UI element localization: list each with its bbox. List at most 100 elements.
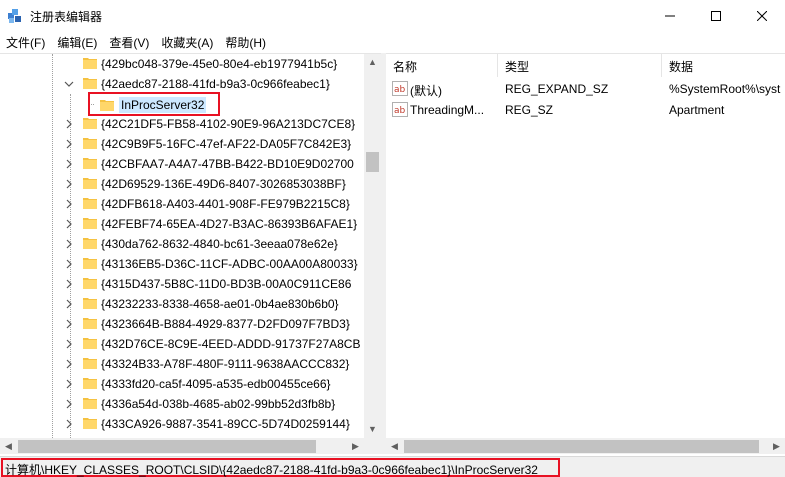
value-type: REG_EXPAND_SZ	[505, 82, 609, 96]
value-row[interactable]: ab (默认) REG_EXPAND_SZ %SystemRoot%\syst	[386, 79, 785, 99]
tree-item[interactable]: {4333fd20-ca5f-4095-a535-edb00455ce66}	[0, 374, 364, 394]
tree-item[interactable]: {43136EB5-D36C-11CF-ADBC-00AA00A80033}	[0, 254, 364, 274]
folder-icon	[83, 298, 97, 309]
tree-item-label: {432D76CE-8C9E-4EED-ADDD-91737F27A8CB	[101, 337, 361, 351]
column-header-name[interactable]: 名称	[386, 54, 498, 77]
title-bar: 注册表编辑器	[0, 0, 785, 32]
tree-item-label: {43136EB5-D36C-11CF-ADBC-00AA00A80033}	[101, 257, 358, 271]
string-value-icon: ab	[392, 102, 408, 117]
value-data: %SystemRoot%\syst	[669, 82, 781, 96]
menu-edit[interactable]: 编辑(E)	[51, 32, 103, 52]
chevron-right-icon[interactable]	[64, 215, 78, 231]
chevron-right-icon[interactable]	[64, 395, 78, 411]
chevron-right-icon[interactable]	[64, 195, 78, 211]
chevron-right-icon[interactable]	[64, 115, 78, 131]
tree-item-label: {42FEBF74-65EA-4D27-B3AC-86393B6AFAE1}	[101, 217, 358, 231]
tree-item[interactable]: {42C21DF5-FB58-4102-90E9-96A213DC7CE8}	[0, 114, 364, 134]
column-header-data[interactable]: 数据	[662, 54, 785, 77]
tree-item[interactable]: {42DFB618-A403-4401-908F-FE979B2215C8}	[0, 194, 364, 214]
value-list-pane: 名称 类型 数据 ab (默认) REG_EXPAND_SZ %SystemRo…	[386, 53, 785, 454]
value-type: REG_SZ	[505, 103, 554, 117]
folder-icon	[83, 178, 97, 189]
tree-item[interactable]: {43324B33-A78F-480F-9111-9638AACCC832}	[0, 354, 364, 374]
chevron-right-icon[interactable]	[64, 255, 78, 271]
tree-item[interactable]: {42C9B9F5-16FC-47ef-AF22-DA05F7C842E3}	[0, 134, 364, 154]
status-path-highlight: 计算机\HKEY_CLASSES_ROOT\CLSID\{42aedc87-21…	[1, 458, 560, 477]
maximize-button[interactable]	[693, 0, 739, 32]
chevron-right-icon[interactable]	[64, 175, 78, 191]
tree-item-label: {42aedc87-2188-41fd-b9a3-0c966feabec1}	[101, 77, 330, 91]
scroll-thumb[interactable]	[18, 440, 316, 453]
tree-item[interactable]: {42CBFAA7-A4A7-47BB-B422-BD10E9D02700	[0, 154, 364, 174]
chevron-right-icon[interactable]	[64, 135, 78, 151]
column-header-type[interactable]: 类型	[498, 54, 662, 77]
tree-item[interactable]: {4315D437-5B8C-11D0-BD3B-00A0C911CE86	[0, 274, 364, 294]
scroll-thumb[interactable]	[404, 440, 759, 453]
tree-item-label: {429bc048-379e-45e0-80e4-eb1977941b5c}	[101, 57, 338, 71]
tree-item-label: {42DFB618-A403-4401-908F-FE979B2215C8}	[101, 197, 350, 211]
chevron-right-icon[interactable]	[64, 375, 78, 391]
minimize-button[interactable]	[647, 0, 693, 32]
folder-icon	[83, 338, 97, 349]
tree-item[interactable]: {433CA926-9887-3541-89CC-5D74D0259144}	[0, 414, 364, 434]
folder-icon	[83, 418, 97, 429]
tree-vertical-scrollbar[interactable]: ▲ ▼	[364, 54, 381, 438]
chevron-right-icon[interactable]	[64, 155, 78, 171]
chevron-right-icon[interactable]	[64, 335, 78, 351]
tree-item[interactable]: {42D69529-136E-49D6-8407-3026853038BF}	[0, 174, 364, 194]
chevron-right-icon[interactable]	[64, 355, 78, 371]
folder-open-icon	[83, 78, 97, 89]
status-bar: 计算机\HKEY_CLASSES_ROOT\CLSID\{42aedc87-21…	[0, 456, 785, 477]
tree-item[interactable]: {432D76CE-8C9E-4EED-ADDD-91737F27A8CB	[0, 334, 364, 354]
value-row[interactable]: ab ThreadingM... REG_SZ Apartment	[386, 100, 785, 120]
window-title: 注册表编辑器	[30, 10, 103, 24]
scroll-thumb[interactable]	[366, 152, 379, 172]
tree-item-expanded[interactable]: {42aedc87-2188-41fd-b9a3-0c966feabec1}	[0, 74, 364, 94]
tree-item-label: {433CA926-9887-3541-89CC-5D74D0259144}	[101, 417, 350, 431]
tree-item-label: InProcServer32	[119, 97, 207, 113]
scroll-down-arrow-icon[interactable]: ▼	[364, 421, 381, 438]
chevron-right-icon[interactable]	[64, 275, 78, 291]
scroll-left-arrow-icon[interactable]: ◀	[386, 438, 403, 454]
tree-item-label: {43324B33-A78F-480F-9111-9638AACCC832}	[101, 357, 350, 371]
scroll-up-arrow-icon[interactable]: ▲	[364, 54, 381, 71]
tree-item-selected[interactable]: InProcServer32	[88, 92, 220, 116]
tree-item[interactable]: {4323664B-B884-4929-8377-D2FD097F7BD3}	[0, 314, 364, 334]
status-path: 计算机\HKEY_CLASSES_ROOT\CLSID\{42aedc87-21…	[5, 463, 538, 477]
tree-item[interactable]: {429bc048-379e-45e0-80e4-eb1977941b5c}	[0, 54, 364, 74]
scroll-right-arrow-icon[interactable]: ▶	[768, 438, 785, 454]
tree-item-label: {42C21DF5-FB58-4102-90E9-96A213DC7CE8}	[101, 117, 356, 131]
menu-favorites[interactable]: 收藏夹(A)	[155, 32, 219, 52]
svg-text:ab: ab	[394, 106, 406, 116]
chevron-right-icon[interactable]	[64, 415, 78, 431]
tree-item[interactable]: {4336a54d-038b-4685-ab02-99bb52d3fb8b}	[0, 394, 364, 414]
chevron-right-icon[interactable]	[64, 295, 78, 311]
menu-file[interactable]: 文件(F)	[0, 32, 51, 52]
tree-item[interactable]: {42FEBF74-65EA-4D27-B3AC-86393B6AFAE1}	[0, 214, 364, 234]
close-button[interactable]	[739, 0, 785, 32]
folder-icon	[83, 158, 97, 169]
scroll-left-arrow-icon[interactable]: ◀	[0, 438, 17, 454]
folder-icon	[83, 218, 97, 229]
key-tree-pane: {429bc048-379e-45e0-80e4-eb1977941b5c} {…	[0, 53, 381, 454]
folder-icon	[100, 100, 114, 111]
folder-icon	[83, 258, 97, 269]
list-horizontal-scrollbar[interactable]: ◀ ▶	[386, 438, 785, 454]
menu-view[interactable]: 查看(V)	[103, 32, 155, 52]
tree-item[interactable]: {43232233-8338-4658-ae01-0b4ae830b6b0}	[0, 294, 364, 314]
chevron-right-icon[interactable]	[64, 315, 78, 331]
folder-icon	[83, 138, 97, 149]
tree-item-label: {4323664B-B884-4929-8377-D2FD097F7BD3}	[101, 317, 350, 331]
chevron-down-icon[interactable]	[64, 75, 78, 91]
close-icon	[757, 11, 767, 21]
folder-icon	[83, 398, 97, 409]
folder-icon	[83, 278, 97, 289]
tree-item[interactable]: {430da762-8632-4840-bc61-3eeaa078e62e}	[0, 234, 364, 254]
menu-help[interactable]: 帮助(H)	[219, 32, 272, 52]
tree-item-label: {42D69529-136E-49D6-8407-3026853038BF}	[101, 177, 346, 191]
tree-horizontal-scrollbar[interactable]: ◀ ▶	[0, 438, 364, 454]
chevron-right-icon[interactable]	[64, 235, 78, 251]
scroll-right-arrow-icon[interactable]: ▶	[347, 438, 364, 454]
folder-icon	[83, 358, 97, 369]
value-name: ThreadingM...	[410, 103, 485, 117]
